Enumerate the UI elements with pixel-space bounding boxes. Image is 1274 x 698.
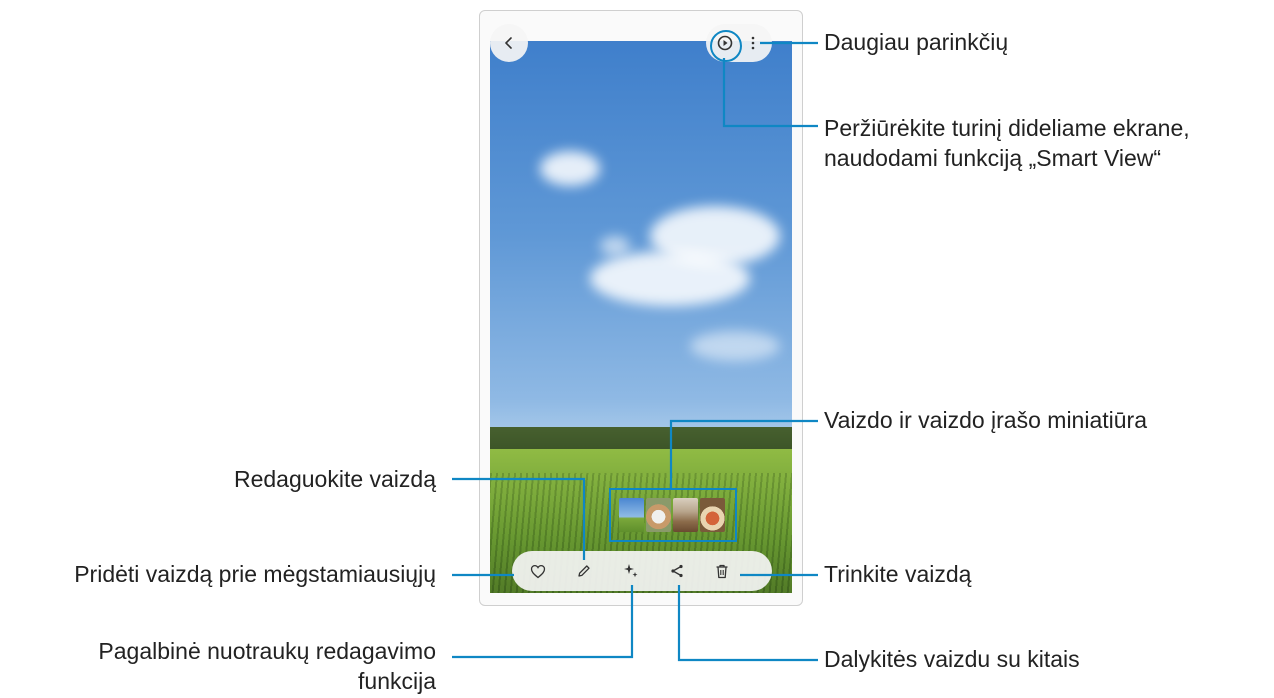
leader-thumbnails [669,419,818,488]
leader-assist [452,585,634,659]
leader-edit [452,477,586,560]
leader-share [677,585,818,662]
leader-smart-view [722,58,818,128]
callout-lines [452,41,818,662]
